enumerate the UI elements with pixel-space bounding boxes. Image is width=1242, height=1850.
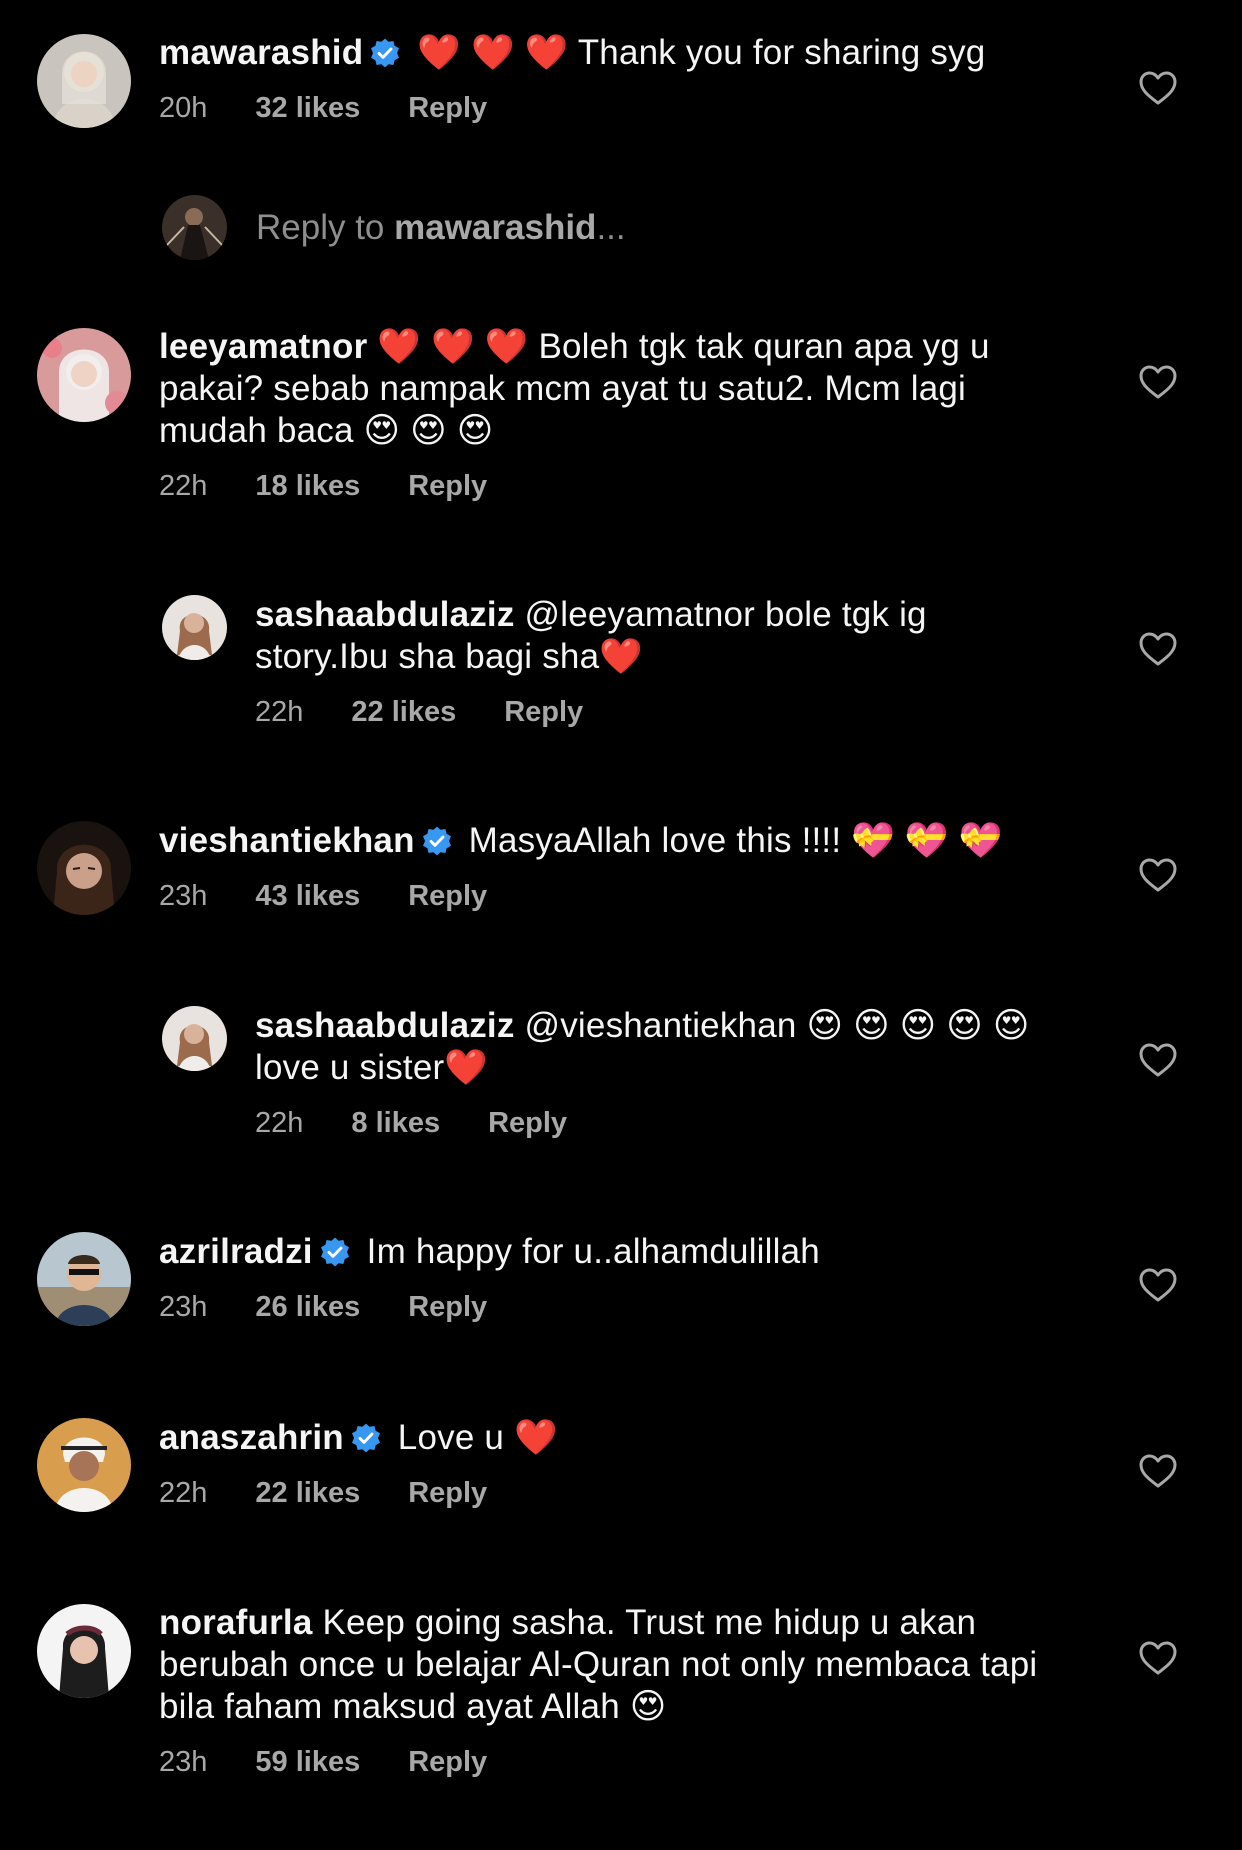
comment-text-line: mawarashid ❤️ ❤️ ❤️ Thank you for sharin…	[159, 32, 1049, 74]
avatar[interactable]	[37, 1232, 131, 1326]
comment-time: 23h	[159, 1746, 208, 1778]
heart-outline-icon[interactable]	[1138, 1453, 1178, 1489]
reply-button[interactable]: Reply	[408, 1291, 487, 1323]
comment-likes-count[interactable]: 59 likes	[255, 1746, 360, 1778]
comment-time: 23h	[159, 880, 208, 912]
avatar[interactable]	[37, 328, 131, 422]
comment-text-line: vieshantiekhan MasyaAllah love this !!!!…	[159, 820, 1049, 862]
heart-outline-icon[interactable]	[1138, 631, 1178, 667]
comment-time: 23h	[159, 1291, 208, 1323]
comment-text-line: norafurla Keep going sasha. Trust me hid…	[159, 1602, 1049, 1728]
comment-body: anaszahrin Love u ❤️ 22h 22 likes Reply	[159, 1417, 1049, 1511]
verified-badge-icon	[350, 1422, 382, 1454]
verified-badge-icon	[421, 825, 453, 857]
comment-text-line: azrilradzi Im happy for u..alhamdulillah	[159, 1231, 1049, 1273]
avatar[interactable]	[162, 595, 227, 660]
comment-meta: 23h 26 likes Reply	[159, 1289, 1049, 1325]
reply-button[interactable]: Reply	[408, 92, 487, 124]
reply-input-target: mawarashid	[394, 208, 597, 247]
avatar[interactable]	[37, 1418, 131, 1512]
comment-body: leeyamatnor ❤️ ❤️ ❤️ Boleh tgk tak quran…	[159, 326, 1049, 504]
current-user-avatar	[162, 195, 227, 260]
comment-username[interactable]: sashaabdulaziz	[255, 595, 515, 634]
reply-compose[interactable]: Reply to mawarashid...	[0, 195, 1242, 265]
comment-content: ❤️ ❤️ ❤️ Thank you for sharing syg	[417, 33, 986, 72]
comment-content: Love u ❤️	[397, 1418, 558, 1457]
avatar[interactable]	[37, 1604, 131, 1698]
avatar[interactable]	[37, 34, 131, 128]
comment-username[interactable]: vieshantiekhan	[159, 821, 415, 860]
comment-username[interactable]: leeyamatnor	[159, 327, 367, 366]
comment-text-line: sashaabdulaziz @leeyamatnor bole tgk ig …	[255, 594, 1055, 678]
avatar[interactable]	[37, 821, 131, 915]
verified-badge-icon	[319, 1236, 351, 1268]
comment-username[interactable]: azrilradzi	[159, 1232, 313, 1271]
comment-time: 22h	[159, 470, 208, 502]
reply-button[interactable]: Reply	[408, 470, 487, 502]
comment-likes-count[interactable]: 26 likes	[255, 1291, 360, 1323]
comment-likes-count[interactable]: 18 likes	[255, 470, 360, 502]
comment-content: MasyaAllah love this !!!! 💝 💝 💝	[468, 821, 1003, 860]
heart-outline-icon[interactable]	[1138, 857, 1178, 893]
comment-likes-count[interactable]: 32 likes	[255, 92, 360, 124]
comment-body: sashaabdulaziz @vieshantiekhan 😍 😍 😍 😍 😍…	[255, 1005, 1055, 1141]
comment-username[interactable]: mawarashid	[159, 33, 363, 72]
reply-button[interactable]: Reply	[408, 1746, 487, 1778]
comment-text-line: sashaabdulaziz @vieshantiekhan 😍 😍 😍 😍 😍…	[255, 1005, 1055, 1089]
comment-body: norafurla Keep going sasha. Trust me hid…	[159, 1602, 1049, 1780]
comment-body: mawarashid ❤️ ❤️ ❤️ Thank you for sharin…	[159, 32, 1049, 126]
verified-badge-icon	[369, 37, 401, 69]
comment-likes-count[interactable]: 8 likes	[351, 1107, 440, 1139]
comment-username[interactable]: anaszahrin	[159, 1418, 344, 1457]
comment-time: 22h	[255, 696, 304, 728]
heart-outline-icon[interactable]	[1138, 70, 1178, 106]
reply-button[interactable]: Reply	[408, 1477, 487, 1509]
comment-meta: 22h 18 likes Reply	[159, 468, 1049, 504]
comment-body: vieshantiekhan MasyaAllah love this !!!!…	[159, 820, 1049, 914]
comment-meta: 22h 8 likes Reply	[255, 1105, 1055, 1141]
reply-input-suffix: ...	[596, 208, 626, 247]
comment-meta: 20h 32 likes Reply	[159, 90, 1049, 126]
comment-time: 20h	[159, 92, 208, 124]
comment-username[interactable]: sashaabdulaziz	[255, 1006, 515, 1045]
comment-text-line: anaszahrin Love u ❤️	[159, 1417, 1049, 1459]
comment-text-line: leeyamatnor ❤️ ❤️ ❤️ Boleh tgk tak quran…	[159, 326, 1049, 452]
comment-meta: 22h 22 likes Reply	[159, 1475, 1049, 1511]
comment-meta: 23h 59 likes Reply	[159, 1744, 1049, 1780]
comment-likes-count[interactable]: 22 likes	[351, 696, 456, 728]
reply-button[interactable]: Reply	[504, 696, 583, 728]
comment-body: sashaabdulaziz @leeyamatnor bole tgk ig …	[255, 594, 1055, 730]
heart-outline-icon[interactable]	[1138, 1640, 1178, 1676]
comment-meta: 23h 43 likes Reply	[159, 878, 1049, 914]
reply-button[interactable]: Reply	[488, 1107, 567, 1139]
comment-likes-count[interactable]: 43 likes	[255, 880, 360, 912]
reply-input[interactable]: Reply to mawarashid...	[256, 207, 626, 249]
comment-body: azrilradzi Im happy for u..alhamdulillah…	[159, 1231, 1049, 1325]
comment-username[interactable]: norafurla	[159, 1603, 313, 1642]
heart-outline-icon[interactable]	[1138, 1267, 1178, 1303]
avatar[interactable]	[162, 1006, 227, 1071]
comment-meta: 22h 22 likes Reply	[255, 694, 1055, 730]
comment-content: Im happy for u..alhamdulillah	[366, 1232, 820, 1271]
reply-button[interactable]: Reply	[408, 880, 487, 912]
comment-time: 22h	[159, 1477, 208, 1509]
reply-input-prefix: Reply to	[256, 208, 395, 247]
comment-likes-count[interactable]: 22 likes	[255, 1477, 360, 1509]
heart-outline-icon[interactable]	[1138, 364, 1178, 400]
heart-outline-icon[interactable]	[1138, 1042, 1178, 1078]
comment-time: 22h	[255, 1107, 304, 1139]
